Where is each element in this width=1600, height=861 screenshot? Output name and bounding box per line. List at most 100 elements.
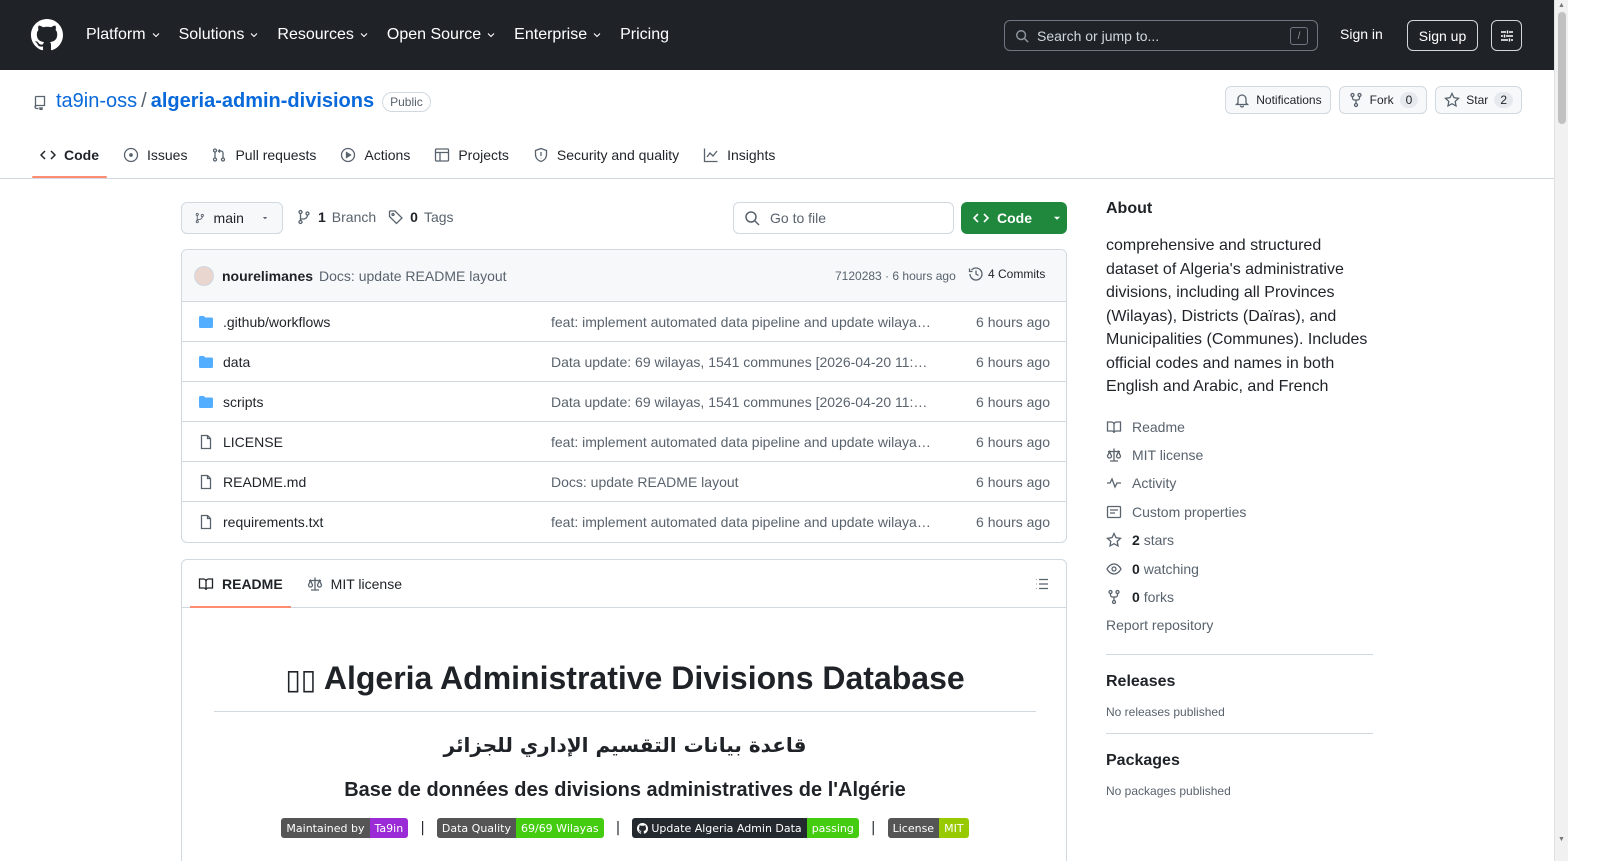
pull-request-icon [213, 148, 226, 162]
file-commit-message[interactable]: feat: implement automated data pipeline … [551, 314, 933, 330]
forks-link[interactable]: 0 forks [1106, 583, 1373, 611]
notifications-label: Notifications [1256, 93, 1322, 107]
tab-license[interactable]: MIT license [299, 561, 410, 607]
nav-enterprise[interactable]: Enterprise [514, 24, 603, 46]
notifications-button[interactable]: Notifications [1225, 86, 1331, 114]
fork-button[interactable]: Fork 0 [1338, 86, 1428, 114]
tab-insights[interactable]: Insights [695, 136, 783, 174]
star-count: 2 [1494, 92, 1513, 108]
menu-button[interactable] [1491, 20, 1522, 51]
nav-solutions[interactable]: Solutions [179, 24, 261, 46]
table-row[interactable]: README.md Docs: update README layout 6 h… [182, 462, 1066, 502]
commit-author-link[interactable]: nourelimanes [222, 268, 313, 284]
badge-label: License [887, 818, 940, 838]
badge-workflow-status[interactable]: Update Algeria Admin Data passing [632, 818, 859, 838]
badge-separator: | [615, 820, 621, 836]
scroll-up-arrow-icon[interactable]: ▲ [1558, 2, 1565, 9]
slash-key-hint: / [1290, 27, 1308, 45]
file-commit-message[interactable]: feat: implement automated data pipeline … [551, 514, 933, 530]
star-label: Star [1466, 93, 1489, 107]
nav-pricing[interactable]: Pricing [620, 24, 669, 46]
tags-link[interactable]: 0 Tags [388, 209, 454, 225]
file-commit-message[interactable]: feat: implement automated data pipeline … [551, 434, 933, 450]
readme-link[interactable]: Readme [1106, 413, 1373, 441]
custom-properties-link[interactable]: Custom properties [1106, 498, 1373, 526]
badge-license[interactable]: License MIT [887, 818, 969, 838]
repo-name-link[interactable]: algeria-admin-divisions [151, 90, 374, 113]
tab-label: Code [64, 147, 99, 163]
tab-pull-requests[interactable]: Pull requests [203, 136, 324, 174]
sliders-icon [1500, 30, 1513, 41]
fork-icon [1108, 589, 1120, 605]
commit-sha-time[interactable]: 7120283 · 6 hours ago [835, 269, 956, 283]
table-row[interactable]: LICENSE feat: implement automated data p… [182, 422, 1066, 462]
branches-link[interactable]: 1 Branch [296, 209, 376, 225]
star-button[interactable]: Star 2 [1435, 86, 1522, 114]
badge-data-quality[interactable]: Data Quality 69/69 Wilayas [436, 818, 604, 838]
tab-actions[interactable]: Actions [332, 136, 418, 174]
about-sidebar: About comprehensive and structured datas… [1106, 200, 1373, 798]
branch-select-button[interactable]: main [181, 202, 283, 234]
branch-meta: 1 Branch 0 Tags [296, 209, 454, 225]
watching-link[interactable]: 0 watching [1106, 554, 1373, 582]
law-icon [307, 577, 322, 591]
badge-separator: | [420, 820, 425, 836]
badges-row: Maintained by Ta9in | Data Quality 69/69… [214, 818, 1036, 838]
tab-code[interactable]: Code [32, 136, 107, 178]
custom-properties-label: Custom properties [1132, 503, 1247, 520]
stars-link[interactable]: 2 stars [1106, 526, 1373, 554]
book-icon [198, 577, 214, 590]
file-age: 6 hours ago [976, 473, 1050, 490]
flag-icon: ▯▯ [285, 664, 317, 695]
star-icon [1106, 532, 1122, 548]
tab-projects[interactable]: Projects [426, 136, 517, 174]
nav-label: Solutions [178, 26, 245, 43]
file-name-link[interactable]: LICENSE [223, 434, 283, 450]
commit-message-link[interactable]: Docs: update README layout [319, 268, 507, 284]
packages-heading[interactable]: Packages [1106, 752, 1373, 770]
github-logo-icon[interactable] [31, 19, 63, 51]
sign-in-link[interactable]: Sign in [1330, 24, 1393, 44]
repo-description: comprehensive and structured dataset of … [1106, 237, 1368, 395]
file-table: nourelimanes Docs: update README layout … [181, 249, 1067, 543]
page-scrollbar[interactable]: ▲ ▼ [1554, 0, 1568, 861]
tab-issues[interactable]: Issues [115, 136, 195, 174]
chevron-down-icon [360, 33, 368, 38]
file-commit-message[interactable]: Docs: update README layout [551, 474, 933, 490]
activity-link[interactable]: Activity [1106, 469, 1373, 497]
report-repository-link[interactable]: Report repository [1106, 611, 1373, 639]
file-name-link[interactable]: scripts [223, 394, 263, 410]
repo-header: ta9in-oss / algeria-admin-divisions Publ… [0, 70, 1554, 179]
tab-readme[interactable]: README [190, 561, 291, 608]
license-link[interactable]: MIT license [1106, 441, 1373, 469]
global-search-input[interactable]: Search or jump to... / [1004, 20, 1318, 51]
readme-panel: README MIT license ▯▯ Algeria Administra… [181, 559, 1067, 861]
scroll-down-arrow-icon[interactable]: ▼ [1558, 836, 1565, 843]
avatar[interactable] [194, 265, 214, 286]
file-name-link[interactable]: .github/workflows [223, 314, 330, 330]
scrollbar-thumb[interactable] [1558, 12, 1566, 124]
repo-owner-link[interactable]: ta9in-oss [56, 90, 137, 113]
badge-maintained-by[interactable]: Maintained by Ta9in [281, 818, 409, 838]
stars-stat: 2 stars [1132, 532, 1174, 548]
code-dropdown-button[interactable]: Code [961, 202, 1067, 234]
table-row[interactable]: scripts Data update: 69 wilayas, 1541 co… [182, 382, 1066, 422]
table-row[interactable]: data Data update: 69 wilayas, 1541 commu… [182, 342, 1066, 382]
nav-platform[interactable]: Platform [86, 24, 162, 46]
table-row[interactable]: requirements.txt feat: implement automat… [182, 502, 1066, 542]
tab-security[interactable]: Security and quality [525, 136, 687, 174]
list-icon[interactable] [1034, 576, 1050, 592]
go-to-file-input[interactable]: Go to file [733, 202, 954, 234]
file-commit-message[interactable]: Data update: 69 wilayas, 1541 communes [… [551, 394, 933, 410]
file-commit-message[interactable]: Data update: 69 wilayas, 1541 communes [… [551, 354, 933, 370]
commits-link[interactable]: 4 Commits [968, 266, 1045, 282]
license-link-label: MIT license [1132, 447, 1204, 464]
nav-open-source[interactable]: Open Source [387, 24, 497, 46]
nav-resources[interactable]: Resources [277, 24, 369, 46]
sign-up-button[interactable]: Sign up [1407, 20, 1478, 51]
file-name-link[interactable]: requirements.txt [223, 514, 323, 530]
table-row[interactable]: .github/workflows feat: implement automa… [182, 302, 1066, 342]
file-name-link[interactable]: README.md [223, 474, 306, 490]
releases-heading[interactable]: Releases [1106, 673, 1373, 691]
file-name-link[interactable]: data [223, 354, 250, 370]
